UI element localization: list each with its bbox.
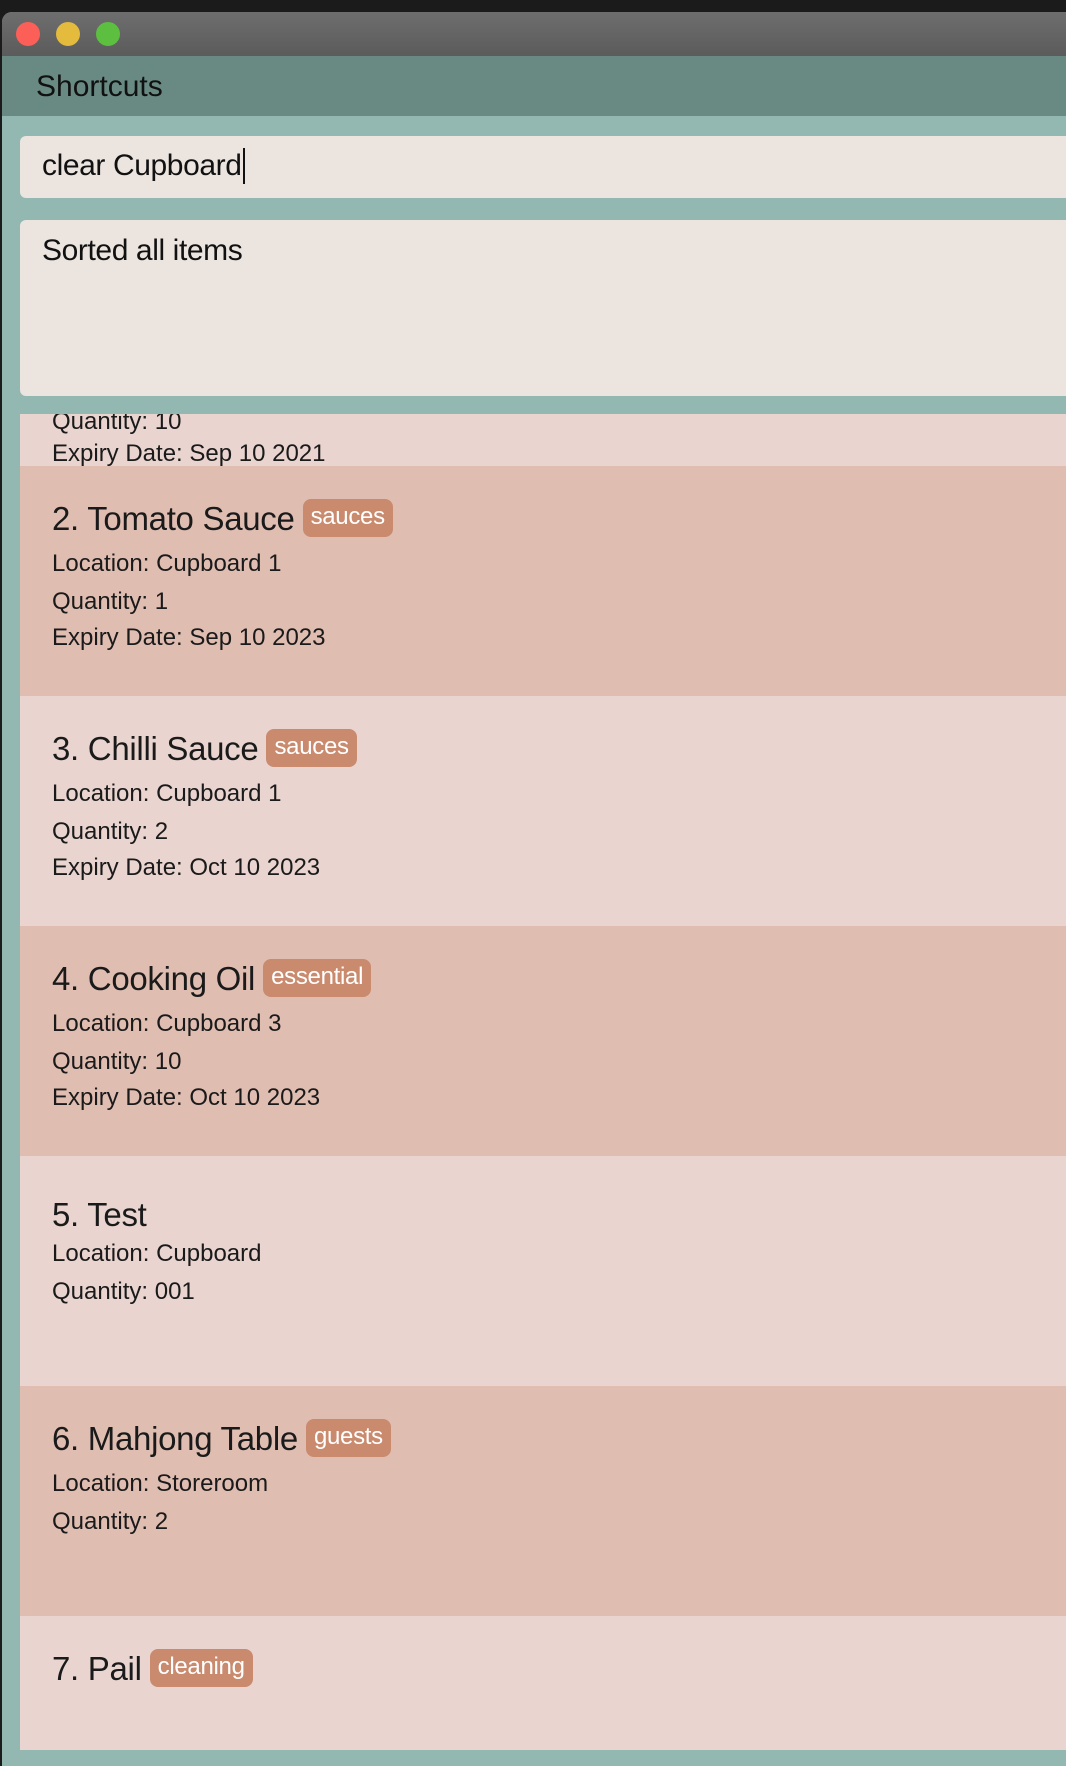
result-display: Sorted all items xyxy=(20,220,1066,396)
item-title: 6. Mahjong Table guests xyxy=(52,1419,391,1460)
item-location: Location: Cupboard xyxy=(52,1240,262,1267)
item-card[interactable]: 6. Mahjong Table guests Location: Storero… xyxy=(20,1386,1066,1616)
item-name: 3. Chilli Sauce xyxy=(52,730,259,767)
item-name: 7. Pail xyxy=(52,1650,142,1687)
item-card[interactable]: 7. Pail cleaning xyxy=(20,1616,1066,1750)
item-tag: cleaning xyxy=(149,1649,253,1688)
close-window-button[interactable] xyxy=(16,22,40,46)
item-quantity: Quantity: 001 xyxy=(52,1278,195,1305)
item-quantity: Quantity: 2 xyxy=(52,818,169,845)
menu-bar: Shortcuts xyxy=(2,56,1066,116)
item-name: 2. Tomato Sauce xyxy=(52,500,295,537)
item-expiry: Expiry Date: Sep 10 2021 xyxy=(52,440,326,467)
menu-shortcuts[interactable]: Shortcuts xyxy=(36,70,163,104)
command-input[interactable]: clear Cupboard xyxy=(42,149,242,183)
maximize-window-button[interactable] xyxy=(96,22,120,46)
item-tag: sauces xyxy=(266,729,357,768)
item-expiry: Expiry Date: Oct 10 2023 xyxy=(52,854,321,881)
item-location: Location: Cupboard 1 xyxy=(52,550,282,577)
title-bar xyxy=(2,12,1066,56)
item-card[interactable]: 4. Cooking Oil essential Location: Cupboa… xyxy=(20,926,1066,1156)
item-location: Location: Cupboard 3 xyxy=(52,1010,282,1037)
item-quantity: Quantity: 10 xyxy=(52,414,182,435)
item-title: 3. Chilli Sauce sauces xyxy=(52,729,357,770)
item-card[interactable]: 3. Chilli Sauce sauces Location: Cupboard… xyxy=(20,696,1066,926)
result-message: Sorted all items xyxy=(42,234,243,267)
item-card[interactable]: 2. Tomato Sauce sauces Location: Cupboard… xyxy=(20,466,1066,696)
item-quantity: Quantity: 1 xyxy=(52,588,169,615)
item-expiry: Expiry Date: Sep 10 2023 xyxy=(52,624,326,651)
item-location: Location: Storeroom xyxy=(52,1470,269,1497)
item-tag: guests xyxy=(305,1419,391,1458)
item-title: 5. Test xyxy=(52,1196,147,1234)
item-list[interactable]: Quantity: 10 Expiry Date: Sep 10 2021 2.… xyxy=(20,414,1066,1750)
item-tag: sauces xyxy=(302,499,393,538)
item-title: 4. Cooking Oil essential xyxy=(52,959,372,1000)
item-title: 7. Pail cleaning xyxy=(52,1649,253,1690)
item-card[interactable]: 5. Test Location: Cupboard Quantity: 001 xyxy=(20,1156,1066,1386)
item-name: 4. Cooking Oil xyxy=(52,960,256,997)
item-title: 2. Tomato Sauce sauces xyxy=(52,499,393,540)
item-card[interactable]: Quantity: 10 Expiry Date: Sep 10 2021 xyxy=(20,414,1066,467)
item-tag: essential xyxy=(263,959,372,998)
item-expiry: Expiry Date: Oct 10 2023 xyxy=(52,1084,321,1111)
item-quantity: Quantity: 2 xyxy=(52,1508,169,1535)
item-name: 6. Mahjong Table xyxy=(52,1420,298,1457)
app-window: Shortcuts clear Cupboard Sorted all item… xyxy=(2,12,1066,1766)
minimize-window-button[interactable] xyxy=(56,22,80,46)
item-location: Location: Cupboard 1 xyxy=(52,780,282,807)
text-caret xyxy=(243,148,245,184)
item-name: 5. Test xyxy=(52,1196,147,1233)
command-box[interactable]: clear Cupboard xyxy=(20,136,1066,198)
item-quantity: Quantity: 10 xyxy=(52,1048,182,1075)
